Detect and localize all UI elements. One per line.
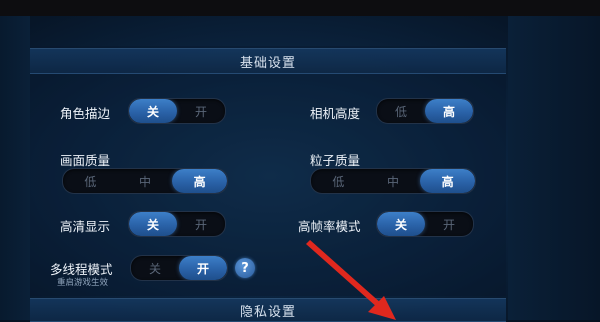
annotation-arrow-icon [306,240,396,320]
